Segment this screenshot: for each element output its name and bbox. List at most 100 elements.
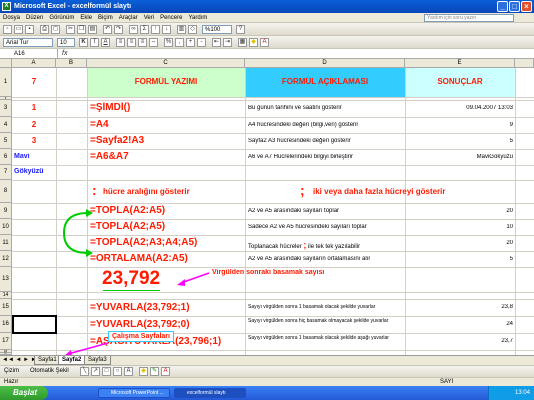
- menu-file[interactable]: Dosya: [0, 13, 23, 23]
- column-header-f[interactable]: [515, 59, 534, 68]
- zoom-select[interactable]: %100: [202, 25, 232, 34]
- fx-icon[interactable]: fx: [62, 49, 67, 59]
- menu-window[interactable]: Pencere: [157, 13, 185, 23]
- print-icon[interactable]: ⎙: [40, 25, 49, 34]
- new-icon[interactable]: ▫: [3, 25, 12, 34]
- cell-d9[interactable]: A2 ve A5 arasındaki sayıları toplar: [248, 208, 339, 214]
- cell-d5[interactable]: Sayfa2 A3 hücresindeki değeri gösterir: [248, 138, 351, 144]
- start-button[interactable]: Başlat: [0, 386, 48, 400]
- help-icon[interactable]: ?: [236, 25, 245, 34]
- textbox-icon[interactable]: A: [124, 367, 133, 376]
- row-header-15[interactable]: 15: [0, 299, 12, 316]
- tab-sayfa2[interactable]: Sayfa2: [58, 356, 86, 365]
- font-name-select[interactable]: Arial Tur: [3, 38, 53, 47]
- row-header-10[interactable]: 10: [0, 219, 12, 235]
- cell-d16[interactable]: Sayıyı virgülden sonra hiç basamak olmay…: [248, 318, 404, 324]
- row-header-3[interactable]: 3: [0, 100, 12, 117]
- select-all-corner[interactable]: [0, 59, 12, 68]
- help-search-input[interactable]: Yardım için soru yazın: [424, 14, 514, 22]
- cell-a4[interactable]: 2: [12, 120, 56, 129]
- cell-e1[interactable]: SONUÇLAR: [405, 77, 515, 86]
- cell-c9[interactable]: =TOPLA(A2:A5): [90, 205, 165, 216]
- row-header-17[interactable]: 17: [0, 333, 12, 350]
- big-number[interactable]: 23,792: [102, 268, 160, 290]
- font-color-icon[interactable]: A: [260, 38, 269, 47]
- italic-icon[interactable]: T: [90, 38, 99, 47]
- redo-icon[interactable]: ↷: [114, 25, 123, 34]
- cell-e10[interactable]: 10: [405, 224, 513, 230]
- column-header-a[interactable]: A: [12, 59, 56, 68]
- row-header-13[interactable]: 13: [0, 267, 12, 292]
- cell-c16[interactable]: =YUVARLA(23,792;0): [90, 319, 190, 330]
- tab-sayfa1[interactable]: Sayfa1: [34, 356, 61, 365]
- cell-e6[interactable]: MaviGökyüzü: [405, 154, 513, 160]
- font-size-select[interactable]: 10: [57, 38, 75, 47]
- cell-e9[interactable]: 20: [405, 208, 513, 214]
- cell-c3[interactable]: =ŞİMDİ(): [90, 102, 130, 113]
- paste-icon[interactable]: ▤: [88, 25, 97, 34]
- row-header-12[interactable]: 12: [0, 251, 12, 267]
- sort-desc-icon[interactable]: ↓: [162, 25, 171, 34]
- menu-view[interactable]: Görünüm: [46, 13, 77, 23]
- column-header-b[interactable]: B: [56, 59, 87, 68]
- undo-icon[interactable]: ↶: [103, 25, 112, 34]
- cell-a7[interactable]: Gökyüzü: [14, 168, 44, 175]
- column-header-c[interactable]: C: [87, 59, 245, 68]
- cell-a5[interactable]: 3: [12, 136, 56, 145]
- task-excel[interactable]: excelformül slaytı: [174, 388, 246, 398]
- cell-e17[interactable]: 23,7: [405, 338, 513, 344]
- row-header-16[interactable]: 16: [0, 316, 12, 333]
- row-header-8[interactable]: 8: [0, 180, 12, 203]
- cell-d10[interactable]: Sadece A2 ve A5 hücresindeki sayıları to…: [248, 224, 367, 230]
- menu-format[interactable]: Biçim: [95, 13, 116, 23]
- cell-d3[interactable]: Bu günün tarihini ve saatini gösterir: [248, 105, 342, 111]
- cut-icon[interactable]: ✂: [66, 25, 75, 34]
- row-header-1[interactable]: 1: [0, 68, 12, 97]
- draw-menu[interactable]: Çizim: [4, 368, 19, 374]
- indent-icon[interactable]: ⇤: [212, 38, 221, 47]
- column-header-d[interactable]: D: [245, 59, 405, 68]
- drawing-icon[interactable]: ◇: [188, 25, 197, 34]
- cell-e3[interactable]: 09.04.2007 13:03: [405, 105, 513, 111]
- column-header-e[interactable]: E: [405, 59, 515, 68]
- draw-fill-color-icon[interactable]: ◆: [139, 367, 148, 376]
- fill-color-icon[interactable]: ◆: [249, 38, 258, 47]
- cell-c4[interactable]: =A4: [90, 119, 109, 130]
- line-color-icon[interactable]: ✎: [150, 367, 159, 376]
- autoshapes-menu[interactable]: Otomatik Şekil: [30, 368, 69, 374]
- borders-icon[interactable]: ▦: [238, 38, 247, 47]
- cell-c11[interactable]: =TOPLA(A2;A3;A4;A5): [90, 237, 197, 248]
- menu-tools[interactable]: Araçlar: [116, 13, 141, 23]
- decrease-decimal-icon[interactable]: -: [197, 38, 206, 47]
- preview-icon[interactable]: ◻: [51, 25, 60, 34]
- cell-c15[interactable]: =YUVARLA(23,792;1): [90, 302, 190, 313]
- merge-center-icon[interactable]: ⇔: [149, 38, 158, 47]
- row-header-7[interactable]: 7: [0, 165, 12, 180]
- hyperlink-icon[interactable]: ∞: [129, 25, 138, 34]
- rectangle-icon[interactable]: □: [102, 367, 111, 376]
- row-header-6[interactable]: 6: [0, 149, 12, 165]
- menu-data[interactable]: Veri: [141, 13, 157, 23]
- align-left-icon[interactable]: ≡: [116, 38, 125, 47]
- cell-d1[interactable]: FORMÜL AÇIKLAMASI: [245, 77, 405, 86]
- open-icon[interactable]: ▭: [14, 25, 23, 34]
- cell-e5[interactable]: 5: [405, 138, 513, 144]
- cell-d17[interactable]: Sayıyı virgülden sonra 1 basamak olacak …: [248, 335, 404, 341]
- row-header-4[interactable]: 4: [0, 117, 12, 133]
- outdent-icon[interactable]: ⇥: [223, 38, 232, 47]
- align-right-icon[interactable]: ≡: [138, 38, 147, 47]
- increase-decimal-icon[interactable]: +: [186, 38, 195, 47]
- comma-style-icon[interactable]: ,: [175, 38, 184, 47]
- cell-a1[interactable]: 7: [12, 77, 56, 86]
- close-button[interactable]: ×: [521, 1, 532, 12]
- minimize-button[interactable]: _: [497, 1, 508, 12]
- bold-icon[interactable]: K: [79, 38, 88, 47]
- cell-e4[interactable]: 9: [405, 122, 513, 128]
- cell-e12[interactable]: 5: [405, 256, 513, 262]
- cell-c12[interactable]: =ORTALAMA(A2:A5): [90, 253, 188, 264]
- cell-d6[interactable]: A6 ve A7 Hücrelerindeki bilgiyi birleşti…: [248, 154, 353, 160]
- active-cell-a16[interactable]: [12, 315, 57, 334]
- sort-asc-icon[interactable]: ↑: [151, 25, 160, 34]
- cell-e16[interactable]: 24: [405, 321, 513, 327]
- task-powerpoint[interactable]: Microsoft PowerPoint ...: [98, 388, 170, 398]
